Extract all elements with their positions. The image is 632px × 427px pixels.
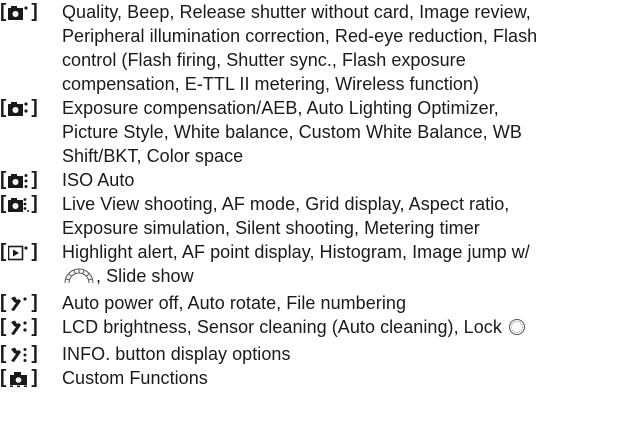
menu-tab-tag: [ ] (0, 1, 38, 22)
list-item-text: Live View shooting, AF mode, Grid displa… (62, 194, 510, 238)
shooting-menu-2-icon (8, 100, 29, 116)
list-item: [ ] Quality, Beep, Release shutter witho… (0, 0, 632, 96)
main-dial-icon (62, 267, 96, 291)
list-item: [ ] INFO. button display options (0, 342, 632, 366)
list-item: [ ] Custom Functions (0, 366, 632, 390)
menu-tab-tag: [ ] (0, 316, 38, 337)
menu-tab-tag: [ ] (0, 292, 38, 313)
menu-tab-tag: [ ] (0, 241, 38, 262)
list-item: [ ] Auto power off, Auto rotate, File nu… (0, 291, 632, 315)
menu-tab-tag: [ ] (0, 367, 38, 388)
shooting-menu-1-icon (8, 4, 29, 20)
menu-settings-list: [ ] Quality, Beep, Release shutter witho… (0, 0, 632, 390)
menu-tab-tag: [ ] (0, 97, 38, 118)
list-item: [ ] ISO Auto (0, 168, 632, 192)
list-item-text: LCD brightness, Sensor cleaning (Auto cl… (62, 315, 632, 342)
setup-menu-1-icon (8, 295, 29, 311)
setup-menu-2-icon (8, 319, 29, 335)
menu-tab-tag: [ ] (0, 169, 38, 190)
list-item-text: INFO. button display options (62, 344, 291, 364)
list-item-text: Quality, Beep, Release shutter without c… (62, 2, 538, 94)
menu-tab-tag: [ ] (0, 193, 38, 214)
list-item: [ ] Highlight alert, AF point display, H… (0, 240, 632, 291)
list-item-text: Auto power off, Auto rotate, File number… (62, 293, 407, 313)
shooting-menu-3-icon (8, 172, 29, 188)
list-item-text: Custom Functions (62, 368, 208, 388)
list-item: [ ] Exposure compensation/AEB, Auto Ligh… (0, 96, 632, 168)
list-item-text: Highlight alert, AF point display, Histo… (62, 240, 632, 291)
custom-functions-icon (8, 370, 29, 387)
list-item: [ ] Live View shooting, AF mode, Grid di… (0, 192, 632, 240)
list-item-text: ISO Auto (62, 170, 135, 190)
setup-menu-3-icon (8, 346, 29, 362)
shooting-menu-4-icon (8, 196, 30, 212)
playback-menu-1-icon (8, 244, 29, 261)
list-item-text: Exposure compensation/AEB, Auto Lighting… (62, 98, 522, 166)
list-item: [ ] LCD brightness, Sensor cleaning (Aut… (0, 315, 632, 342)
menu-tab-tag: [ ] (0, 343, 38, 364)
quick-control-dial-icon (507, 318, 527, 342)
